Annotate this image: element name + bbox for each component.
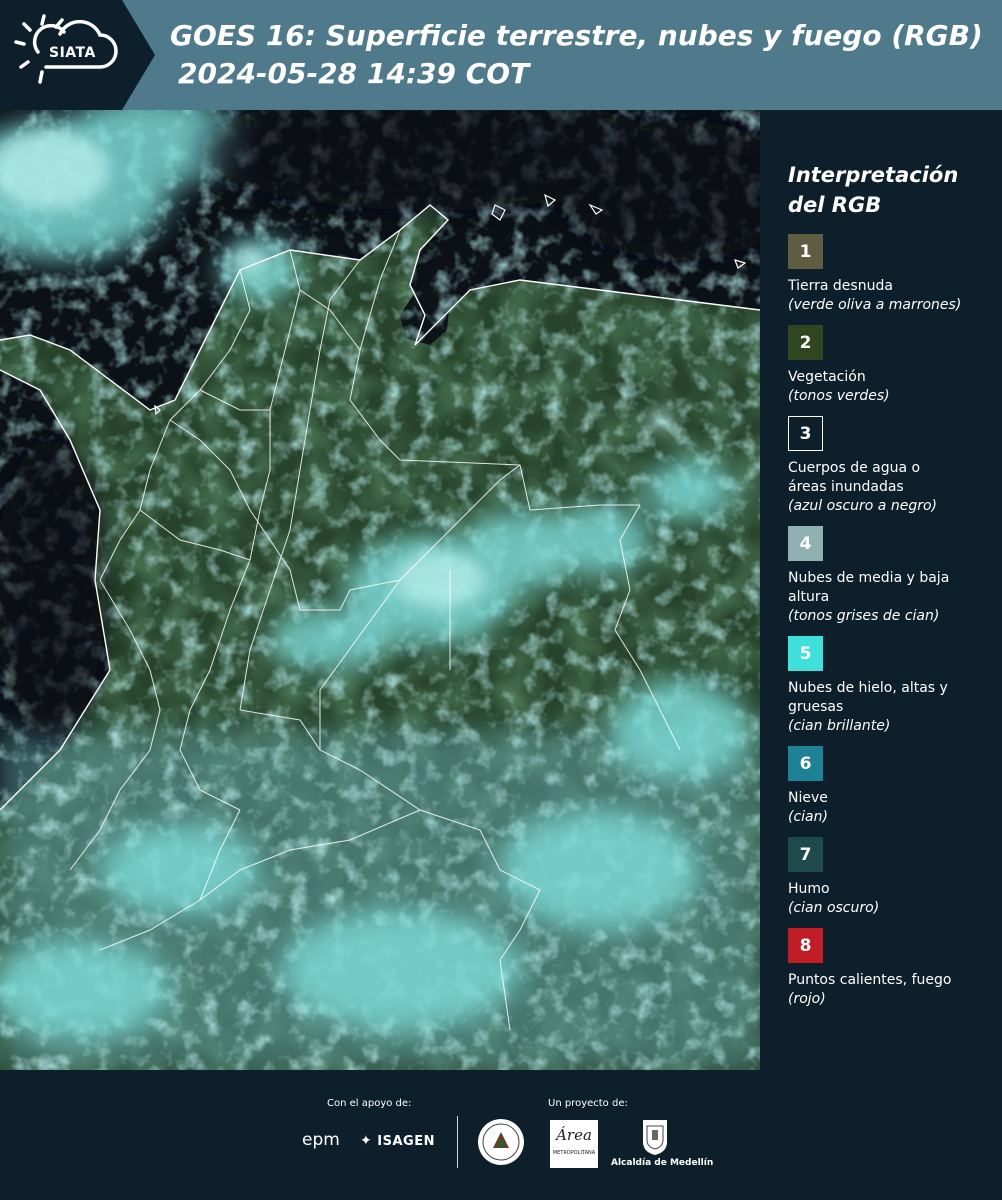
header-bar: SIATA GOES 16: Superficie terrestre, nub… [0, 0, 1002, 110]
alcaldia-label: Alcaldía de Medellín [611, 1158, 714, 1168]
legend-item-note: (cian brillante) [788, 718, 891, 734]
legend-swatch: 2 [788, 325, 823, 360]
legend-item: 1 Tierra desnuda (verde oliva a marrones) [788, 234, 988, 315]
project-label: Un proyecto de: [548, 1098, 628, 1109]
alcaldia-shield-icon [643, 1120, 667, 1155]
legend-item-note: (cian) [788, 809, 828, 825]
seal-icon [478, 1119, 524, 1165]
legend-title-line2: del RGB [788, 193, 882, 217]
legend-item-label: Nubes de hielo, altas y gruesas [788, 680, 948, 715]
legend-item-note: (rojo) [788, 991, 826, 1007]
legend-item-label: Humo [788, 881, 830, 897]
legend-item-label: Puntos calientes, fuego [788, 972, 952, 988]
legend-item: 4 Nubes de media y baja altura (tonos gris… [788, 526, 988, 626]
legend-item-note: (tonos grises de cian) [788, 608, 940, 624]
area-logo-subtext: METROPOLITANA [552, 1150, 596, 1156]
page-datetime: 2024-05-28 14:39 COT [178, 57, 530, 90]
legend-item-label: Vegetación [788, 369, 866, 385]
legend-swatch: 3 [788, 416, 823, 451]
legend-item-label: Tierra desnuda [788, 278, 893, 294]
legend-item-label: Cuerpos de agua o áreas inundadas [788, 460, 921, 495]
area-metropolitana-logo: Área METROPOLITANA [550, 1120, 598, 1168]
siata-logo: SIATA [0, 0, 155, 110]
legend-swatch: 4 [788, 526, 823, 561]
legend-item: 3 Cuerpos de agua o áreas inundadas (azul … [788, 416, 988, 516]
page-title: GOES 16: Superficie terrestre, nubes y f… [170, 19, 983, 52]
support-label: Con el apoyo de: [327, 1098, 412, 1109]
legend-items: 1 Tierra desnuda (verde oliva a marrones) 2… [788, 234, 988, 1009]
satellite-map [0, 110, 760, 1070]
legend-item-note: (verde oliva a marrones) [788, 297, 962, 313]
isagen-logo: ✦ ISAGEN [360, 1133, 435, 1149]
legend-swatch: 7 [788, 837, 823, 872]
legend-item: 6 Nieve (cian) [788, 746, 988, 827]
legend-item: 5 Nubes de hielo, altas y gruesas (cian br… [788, 636, 988, 736]
epm-logo: epm [302, 1130, 340, 1150]
legend-item-note: (cian oscuro) [788, 900, 880, 916]
legend-item-note: (azul oscuro a negro) [788, 498, 937, 514]
legend-title: Interpretación del RGB [788, 160, 988, 220]
isagen-mark-icon: ✦ [360, 1133, 373, 1149]
satellite-image [0, 110, 760, 1070]
area-logo-text: Área [556, 1126, 592, 1144]
legend-item: 7 Humo (cian oscuro) [788, 837, 988, 918]
legend-swatch: 8 [788, 928, 823, 963]
footer: Con el apoyo de: Un proyecto de: epm ✦ I… [0, 1070, 1002, 1200]
footer-divider [457, 1116, 458, 1168]
legend-item: 2 Vegetación (tonos verdes) [788, 325, 988, 406]
legend-swatch: 1 [788, 234, 823, 269]
siata-logo-text: SIATA [49, 45, 96, 61]
legend-item: 8 Puntos calientes, fuego (rojo) [788, 928, 988, 1009]
legend-item-note: (tonos verdes) [788, 388, 890, 404]
legend-title-line1: Interpretación [788, 163, 959, 187]
rgb-legend: Interpretación del RGB 1 Tierra desnuda (v… [788, 160, 988, 1019]
legend-item-label: Nieve [788, 790, 828, 806]
legend-item-label: Nubes de media y baja altura [788, 570, 950, 605]
legend-swatch: 6 [788, 746, 823, 781]
legend-swatch: 5 [788, 636, 823, 671]
isagen-logo-text: ISAGEN [377, 1134, 435, 1149]
